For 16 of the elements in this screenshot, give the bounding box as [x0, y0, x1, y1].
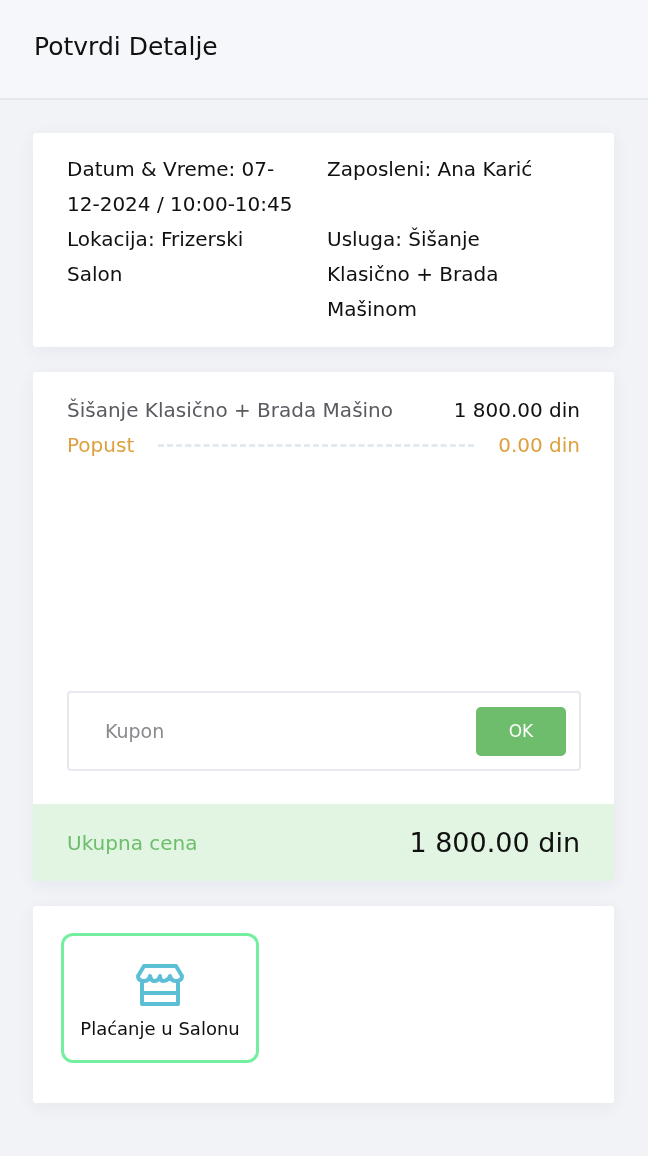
detail-text: Zaposleni: Ana Karić	[327, 156, 534, 183]
detail-text: Usluga: Šišanje Klasično + Brada Mašinom	[327, 226, 500, 323]
service-name: Šišanje Klasično + Brada Mašino	[67, 397, 394, 424]
ok-button[interactable]: OK	[476, 706, 566, 756]
total-amount: 1 800.00 din	[409, 827, 580, 858]
detail-text: Lokacija: Frizerski Salon	[67, 226, 245, 288]
payment-option[interactable]: Plaćanje u Salonu	[61, 933, 259, 1063]
discount-amount: 0.00 din	[498, 432, 580, 459]
total-label: Ukupna cena	[67, 830, 198, 855]
page-title: Potvrdi Detalje	[34, 31, 218, 61]
store-icon	[136, 963, 184, 1006]
payment-option-label: Plaćanje u Salonu	[80, 1017, 240, 1039]
service-price: 1 800.00 din	[453, 397, 580, 424]
detail-text: Datum & Vreme: 07-12-2024 / 10:00-10:45	[67, 156, 294, 218]
coupon-field[interactable]: Kupon OK	[67, 691, 581, 771]
discount-label: Popust	[67, 432, 135, 459]
